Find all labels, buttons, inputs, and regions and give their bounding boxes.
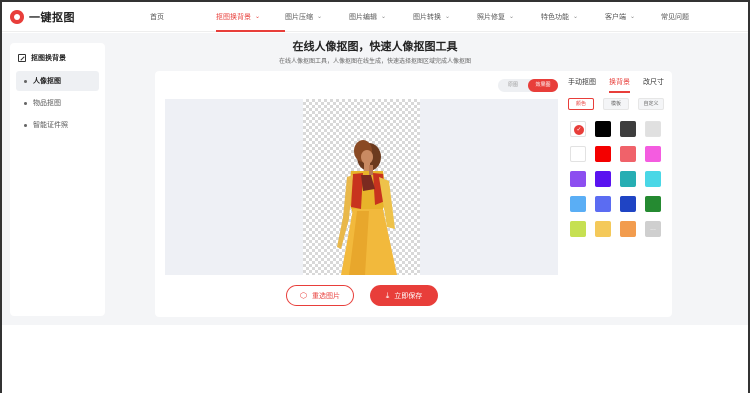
color-swatch[interactable] — [645, 146, 661, 162]
color-swatch[interactable] — [620, 196, 636, 212]
toggle-original[interactable]: 原图 — [498, 79, 528, 92]
save-button[interactable]: ⤓ 立即保存 — [370, 285, 438, 306]
nav-label: 图片转换 — [413, 12, 441, 21]
view-toggle: 原图 效果图 — [498, 79, 558, 92]
toggle-result[interactable]: 效果图 — [528, 79, 558, 92]
nav-label: 首页 — [150, 12, 164, 21]
chevron-down-icon: ⌄ — [573, 13, 579, 20]
nav-item-client[interactable]: 客户端 ⌄ — [605, 2, 661, 32]
subtab-template[interactable]: 模板 — [603, 98, 629, 110]
download-icon: ⤓ — [385, 290, 390, 300]
chevron-down-icon: ⌄ — [630, 13, 636, 20]
color-swatch[interactable] — [570, 221, 586, 237]
bullet-icon — [24, 101, 27, 105]
color-swatch[interactable] — [595, 221, 611, 237]
background-panel: 手动抠图 换背景 改尺寸 颜色 模板 自定义 ✓... — [568, 77, 664, 277]
logo-icon — [10, 9, 24, 24]
sidebar-item-label: 人像抠图 — [33, 77, 61, 85]
color-swatch[interactable] — [645, 196, 661, 212]
sidebar-item-label: 物品抠图 — [33, 99, 61, 107]
color-swatches: ✓... — [570, 121, 662, 237]
chevron-down-icon: ⌄ — [255, 13, 261, 20]
nav-label: 图片压缩 — [285, 12, 313, 21]
page-title: 在线人像抠图，快速人像抠图工具 — [292, 40, 458, 53]
color-swatch[interactable]: ... — [645, 221, 661, 237]
sidebar-item-object-cutout[interactable]: 物品抠图 — [16, 93, 99, 113]
nav-item-faq[interactable]: 常见问题 — [661, 2, 711, 32]
page-body: 抠图换背景 人像抠图 物品抠图 智能证件照 在线人像抠图，快速人像抠图工具 在线… — [2, 33, 748, 325]
check-icon: ✓ — [574, 125, 584, 135]
bullet-icon — [24, 123, 27, 127]
color-swatch[interactable] — [570, 171, 586, 187]
more-colors-icon: ... — [650, 225, 656, 232]
color-swatch[interactable] — [620, 146, 636, 162]
logo[interactable]: 一键抠图 — [10, 9, 130, 25]
nav-item-photo-repair[interactable]: 照片修复 ⌄ — [477, 2, 541, 32]
sidebar-item-portrait-cutout[interactable]: 人像抠图 — [16, 71, 99, 91]
color-swatch[interactable] — [595, 146, 611, 162]
page-footer-area — [2, 325, 748, 393]
logo-text: 一键抠图 — [29, 10, 75, 24]
color-swatch[interactable] — [645, 171, 661, 187]
color-swatch[interactable] — [570, 196, 586, 212]
nav-label: 抠图换背景 — [216, 12, 251, 21]
chevron-down-icon: ⌄ — [509, 13, 515, 20]
color-swatch[interactable] — [620, 171, 636, 187]
panel-tabs: 手动抠图 换背景 改尺寸 — [568, 77, 664, 93]
nav-item-special-features[interactable]: 特色功能 ⌄ — [541, 2, 605, 32]
color-swatch[interactable]: ✓ — [570, 121, 586, 137]
bullet-icon — [24, 79, 27, 83]
color-swatch[interactable] — [645, 121, 661, 137]
save-label: 立即保存 — [394, 291, 423, 300]
reselect-image-button[interactable]: ⬡ 重选图片 — [286, 285, 354, 306]
main-nav: 首页 抠图换背景 ⌄ 图片压缩 ⌄ 图片编辑 ⌄ 图片转换 ⌄ 照片修复 ⌄ 特色功能 ⌄ … — [150, 2, 711, 32]
subtab-custom[interactable]: 自定义 — [638, 98, 664, 110]
subtab-color[interactable]: 颜色 — [568, 98, 594, 110]
reselect-label: 重选图片 — [311, 291, 340, 300]
sidebar-item-label: 智能证件照 — [33, 121, 68, 129]
color-swatch[interactable] — [595, 171, 611, 187]
tab-change-background[interactable]: 换背景 — [609, 77, 630, 93]
panel-subtabs: 颜色 模板 自定义 — [568, 98, 664, 110]
editor-card: 原图 效果图 ⬡ 重选图片 ⤓ 立即保存 手动抠图 换背景 改尺寸 颜色 模板 … — [155, 71, 672, 317]
nav-item-image-convert[interactable]: 图片转换 ⌄ — [413, 2, 477, 32]
tab-manual-cutout[interactable]: 手动抠图 — [568, 77, 596, 93]
sidebar: 抠图换背景 人像抠图 物品抠图 智能证件照 — [10, 43, 105, 316]
nav-item-image-compress[interactable]: 图片压缩 ⌄ — [285, 2, 349, 32]
color-swatch[interactable] — [620, 221, 636, 237]
sidebar-item-id-photo[interactable]: 智能证件照 — [16, 115, 99, 135]
color-swatch[interactable] — [595, 196, 611, 212]
page-subtitle: 在线人像抠图工具，人像抠图在线生成，快速选择抠图区域完成人像抠图 — [278, 58, 471, 65]
top-navigation-bar: 一键抠图 首页 抠图换背景 ⌄ 图片压缩 ⌄ 图片编辑 ⌄ 图片转换 ⌄ 照片修复 ⌄ 特… — [2, 2, 748, 32]
nav-label: 照片修复 — [477, 12, 505, 21]
nav-item-cutout-background[interactable]: 抠图换背景 ⌄ — [216, 2, 285, 32]
tab-resize[interactable]: 改尺寸 — [643, 77, 664, 93]
nav-item-home[interactable]: 首页 — [150, 2, 216, 32]
nav-label: 客户端 — [605, 12, 626, 21]
color-swatch[interactable] — [595, 121, 611, 137]
chevron-down-icon: ⌄ — [317, 13, 323, 20]
color-swatch[interactable] — [570, 146, 586, 162]
color-swatch[interactable] — [620, 121, 636, 137]
preview-canvas[interactable] — [165, 99, 558, 275]
hexagon-icon: ⬡ — [300, 291, 307, 300]
cutout-person-image — [337, 140, 397, 275]
nav-label: 图片编辑 — [349, 12, 377, 21]
chevron-down-icon: ⌄ — [381, 13, 387, 20]
nav-item-image-edit[interactable]: 图片编辑 ⌄ — [349, 2, 413, 32]
chevron-down-icon: ⌄ — [445, 13, 451, 20]
nav-label: 特色功能 — [541, 12, 569, 21]
nav-label: 常见问题 — [661, 12, 689, 21]
